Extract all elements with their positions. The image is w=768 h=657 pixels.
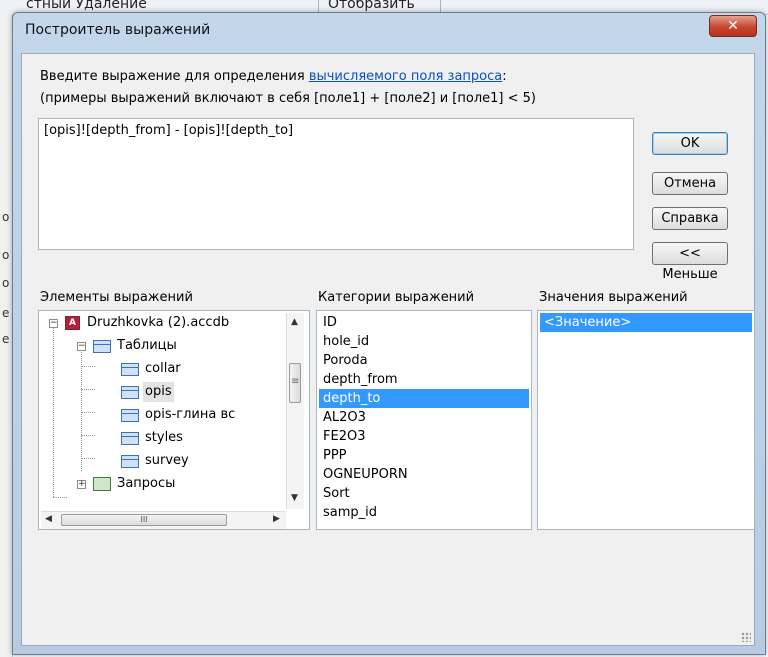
table-label: opis-глина вс	[145, 407, 236, 422]
background-menu-text: стный Удаление	[26, 0, 147, 12]
expression-elements-tree[interactable]: − A Druzhkovka (2).accdb − Таблицы colla…	[38, 310, 310, 530]
cancel-button[interactable]: Отмена	[652, 172, 728, 195]
instruction-colon: :	[502, 69, 507, 84]
expression-input[interactable]: [opis]![depth_from] - [opis]![depth_to]	[38, 118, 634, 250]
list-item-selected[interactable]: depth_to	[319, 389, 529, 408]
tree-line	[81, 366, 95, 367]
help-button[interactable]: Справка	[652, 207, 728, 230]
table-label: collar	[145, 361, 181, 376]
collapse-toggle[interactable]: −	[49, 319, 58, 328]
tree-line	[81, 412, 95, 413]
list-item[interactable]: depth_from	[319, 370, 398, 389]
title-bar[interactable]: Построитель выражений ✕	[13, 13, 765, 49]
list-item[interactable]: PPP	[319, 446, 347, 465]
edge-letter: о	[2, 276, 10, 290]
expression-builder-dialog: Построитель выражений ✕ Введите выражени…	[12, 12, 766, 655]
collapse-toggle[interactable]: −	[77, 342, 86, 351]
instruction-text: Введите выражение для определения	[40, 69, 309, 84]
close-button[interactable]: ✕	[709, 15, 757, 37]
scroll-right-icon[interactable]: ▶	[273, 514, 280, 524]
expression-values-label: Значения выражений	[539, 290, 688, 305]
calculated-field-link[interactable]: вычисляемого поля запроса	[309, 69, 502, 84]
tree-horizontal-scrollbar[interactable]: ◀ III ▶	[41, 511, 286, 529]
expand-toggle[interactable]: +	[77, 480, 86, 489]
table-label: styles	[145, 430, 183, 445]
dialog-title: Построитель выражений	[25, 22, 211, 38]
expression-categories-list[interactable]: ID hole_id Poroda depth_from depth_to AL…	[316, 310, 532, 530]
expression-categories-label: Категории выражений	[318, 290, 475, 305]
scroll-thumb[interactable]: III	[61, 514, 227, 526]
table-group-icon	[93, 340, 111, 353]
scroll-thumb[interactable]: ≡	[289, 363, 301, 403]
list-item[interactable]: Sort	[319, 484, 350, 503]
table-label: survey	[145, 453, 189, 468]
table-icon	[121, 455, 139, 468]
scroll-up-icon[interactable]: ▲	[291, 317, 298, 327]
list-item-selected[interactable]: <Значение>	[540, 313, 752, 332]
expression-elements-label: Элементы выражений	[40, 290, 193, 305]
list-item[interactable]: FE2O3	[319, 427, 365, 446]
less-button[interactable]: << Меньше	[652, 242, 728, 282]
list-item[interactable]: hole_id	[319, 332, 369, 351]
expression-values-list[interactable]: <Значение>	[537, 310, 755, 530]
table-icon	[121, 386, 139, 399]
table-icon	[121, 363, 139, 376]
list-item[interactable]: AL2O3	[319, 408, 366, 427]
tree-vertical-scrollbar[interactable]: ▲ ≡ ▼	[286, 313, 304, 509]
list-item[interactable]: OGNEUPORN	[319, 465, 408, 484]
background-menu-text: Отобразить	[328, 0, 415, 12]
database-label: Druzhkovka (2).accdb	[87, 315, 230, 330]
edge-letter: о	[2, 210, 10, 224]
list-item[interactable]: Poroda	[319, 351, 368, 370]
edge-letter: е	[2, 332, 10, 346]
access-database-icon: A	[65, 316, 80, 330]
dialog-body: Введите выражение для определения вычисл…	[21, 53, 755, 646]
grip-icon: ≡	[291, 376, 300, 387]
edge-letter: о	[2, 248, 10, 262]
scroll-down-icon[interactable]: ▼	[291, 493, 298, 503]
resize-grip-icon[interactable]	[741, 632, 751, 642]
scroll-left-icon[interactable]: ◀	[45, 514, 52, 524]
tree-line	[81, 458, 95, 459]
edge-letter: е	[2, 306, 10, 320]
close-icon: ✕	[727, 18, 739, 34]
queries-label: Запросы	[117, 476, 176, 491]
tree-line	[81, 435, 95, 436]
table-icon	[121, 432, 139, 445]
ok-button[interactable]: OK	[652, 132, 728, 155]
query-group-icon	[93, 477, 111, 491]
tree-line	[53, 497, 67, 498]
instruction-line-1: Введите выражение для определения вычисл…	[40, 69, 507, 84]
list-item[interactable]: samp_id	[319, 503, 377, 522]
instruction-line-2: (примеры выражений включают в себя [поле…	[40, 91, 536, 106]
tables-label: Таблицы	[117, 338, 177, 353]
tree-line	[53, 327, 54, 497]
list-item[interactable]: ID	[319, 313, 337, 332]
table-icon	[121, 409, 139, 422]
tree-line	[81, 389, 95, 390]
table-label: opis	[143, 382, 174, 402]
